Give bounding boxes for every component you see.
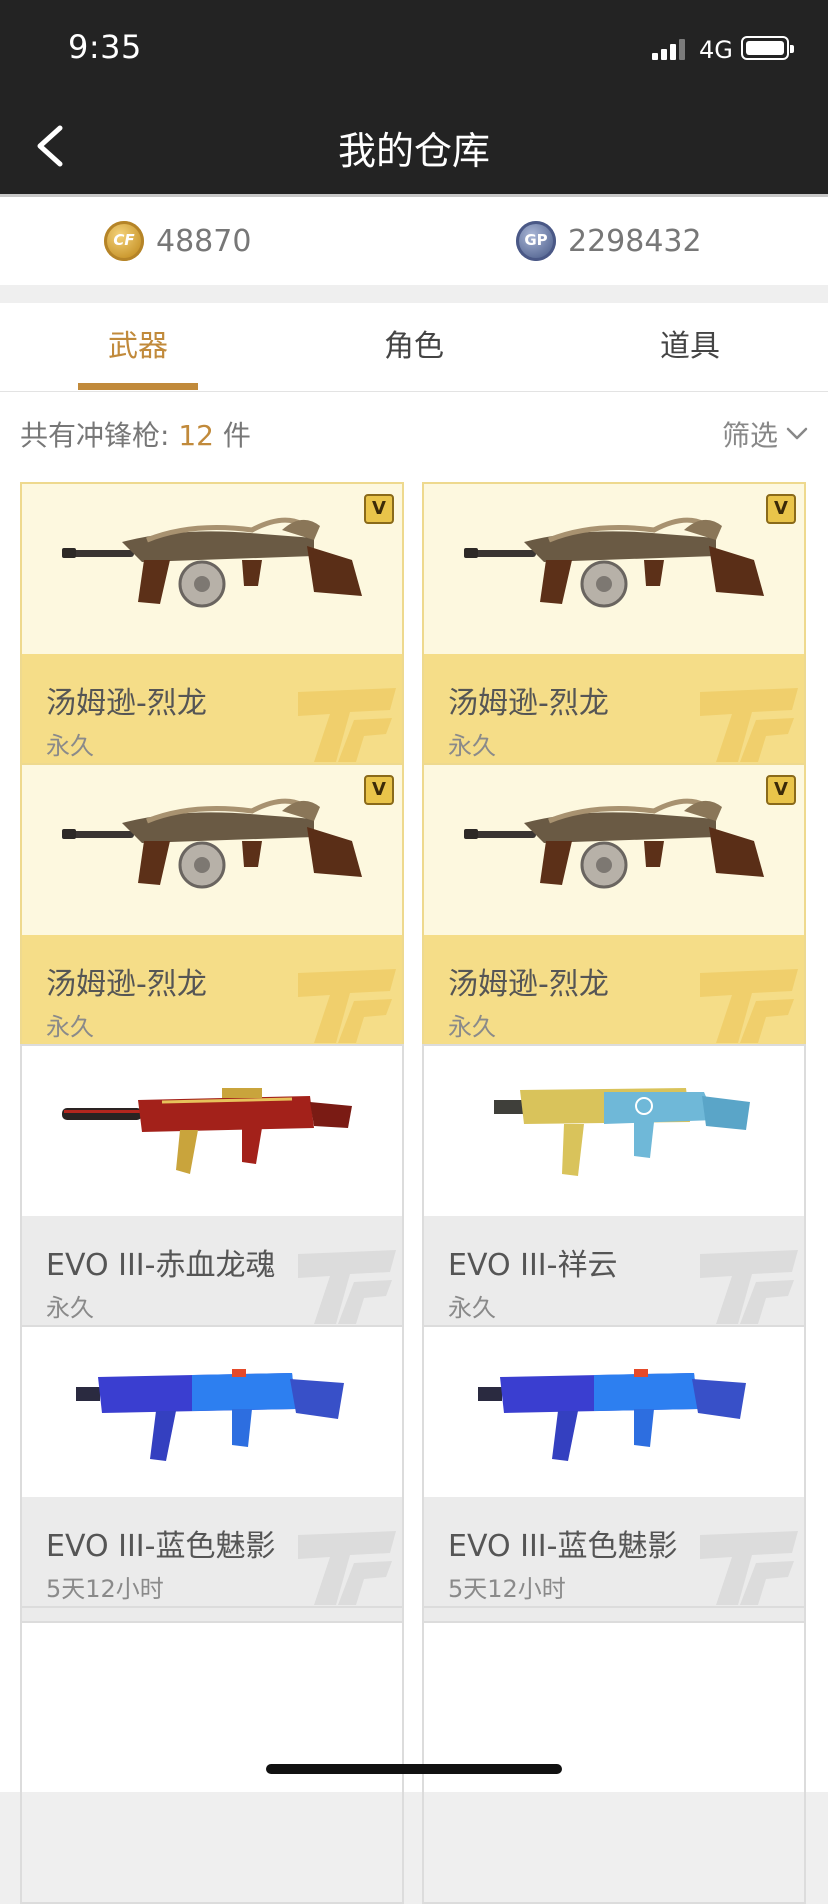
weapon-image-area xyxy=(22,765,402,935)
weapon-info: 汤姆逊-烈龙 永久 xyxy=(22,654,402,778)
weapon-duration: 永久 xyxy=(448,1013,496,1041)
thompson-dragon-icon xyxy=(62,517,362,608)
cf-watermark-icon xyxy=(298,969,396,1043)
cf-watermark-icon xyxy=(700,688,798,762)
filter-label: 筛选 xyxy=(721,419,778,452)
cf-watermark-icon xyxy=(700,1531,798,1605)
thompson-dragon-icon xyxy=(464,517,764,608)
thompson-dragon-icon xyxy=(62,798,362,889)
status-time: 9:35 xyxy=(68,28,142,66)
weapon-duration: 永久 xyxy=(46,1294,94,1322)
weapon-card-partial[interactable] xyxy=(422,1606,806,1904)
weapon-card[interactable]: 汤姆逊-烈龙 永久 xyxy=(20,482,404,780)
weapon-name: EVO III-蓝色魅影 xyxy=(46,1529,276,1564)
weapon-card[interactable]: 汤姆逊-烈龙 永久 xyxy=(422,763,806,1061)
gp-coin-icon xyxy=(516,221,556,261)
weapon-duration: 永久 xyxy=(46,1013,94,1041)
tab-items[interactable]: 道具 xyxy=(552,303,828,391)
status-bar: 9:35 4G xyxy=(0,0,828,100)
weapon-name: EVO III-祥云 xyxy=(448,1248,618,1283)
category-tabs: 武器 角色 道具 xyxy=(0,303,828,392)
item-count-number: 12 xyxy=(178,419,214,452)
weapon-name: 汤姆逊-烈龙 xyxy=(448,967,609,1002)
cf-points: 48870 xyxy=(104,217,251,265)
filter-button[interactable]: 筛选 xyxy=(722,414,808,454)
active-tab-indicator xyxy=(78,383,198,390)
evo-cloud-icon xyxy=(494,1088,750,1176)
thompson-dragon-icon xyxy=(464,798,764,889)
list-toolbar: 共有冲锋枪: 12 件 筛选 xyxy=(0,392,828,472)
weapon-duration: 5天12小时 xyxy=(46,1575,164,1603)
weapon-image-area xyxy=(424,765,804,935)
cf-coin-icon xyxy=(104,221,144,261)
weapon-image-area xyxy=(22,484,402,654)
weapon-name: EVO III-赤血龙魂 xyxy=(46,1248,276,1283)
tab-characters[interactable]: 角色 xyxy=(276,303,552,391)
weapon-name: 汤姆逊-烈龙 xyxy=(46,967,207,1002)
weapon-image-area xyxy=(424,1046,804,1216)
cf-watermark-icon xyxy=(700,969,798,1043)
tab-weapons[interactable]: 武器 xyxy=(0,303,276,391)
weapon-info: EVO III-赤血龙魂 永久 xyxy=(22,1216,402,1340)
evo-blue-icon xyxy=(76,1369,344,1461)
item-count-prefix: 共有冲锋枪: xyxy=(20,419,179,452)
cf-watermark-icon xyxy=(298,688,396,762)
weapon-duration: 5天12小时 xyxy=(448,1575,566,1603)
weapon-name: 汤姆逊-烈龙 xyxy=(46,686,207,721)
signal-icon xyxy=(652,38,688,60)
cf-points-value: 48870 xyxy=(156,223,252,259)
weapon-card[interactable]: 汤姆逊-烈龙 永久 xyxy=(422,482,806,780)
weapon-duration: 永久 xyxy=(46,732,94,760)
cf-watermark-icon xyxy=(298,1250,396,1324)
network-type: 4G xyxy=(699,36,733,64)
gp-value: 2298432 xyxy=(568,223,702,259)
weapon-card[interactable]: EVO III-蓝色魅影 5天12小时 xyxy=(20,1325,404,1623)
weapon-image-area xyxy=(22,1046,402,1216)
weapon-info: 汤姆逊-烈龙 永久 xyxy=(424,654,804,778)
cf-watermark-icon xyxy=(700,1250,798,1324)
weapon-card[interactable]: EVO III-蓝色魅影 5天12小时 xyxy=(422,1325,806,1623)
weapon-image-area xyxy=(22,1327,402,1497)
item-count-suffix: 件 xyxy=(213,419,251,452)
gp-points: 2298432 xyxy=(516,217,702,265)
chevron-down-icon xyxy=(786,427,808,440)
weapon-card[interactable]: EVO III-祥云 永久 xyxy=(422,1044,806,1342)
weapon-card[interactable]: EVO III-赤血龙魂 永久 xyxy=(20,1044,404,1342)
battery-icon xyxy=(741,36,794,60)
weapon-info: EVO III-祥云 永久 xyxy=(424,1216,804,1340)
weapon-duration: 永久 xyxy=(448,1294,496,1322)
evo-red-icon xyxy=(62,1088,352,1174)
home-indicator xyxy=(266,1764,562,1774)
vip-badge-icon xyxy=(364,775,394,805)
weapon-image-area xyxy=(424,484,804,654)
weapon-info: 汤姆逊-烈龙 永久 xyxy=(424,935,804,1059)
item-count: 共有冲锋枪: 12 件 xyxy=(20,414,251,454)
weapon-info: EVO III-蓝色魅影 5天12小时 xyxy=(424,1497,804,1621)
currency-bar: 48870 2298432 xyxy=(0,197,828,285)
weapon-info: EVO III-蓝色魅影 5天12小时 xyxy=(22,1497,402,1621)
weapon-name: 汤姆逊-烈龙 xyxy=(448,686,609,721)
nav-bar: 我的仓库 xyxy=(0,100,828,197)
weapon-grid: 汤姆逊-烈龙 永久 汤姆逊-烈龙 永久 xyxy=(0,472,828,1904)
vip-badge-icon xyxy=(766,775,796,805)
evo-blue-icon xyxy=(478,1369,746,1461)
weapon-image-area xyxy=(424,1327,804,1497)
weapon-card[interactable]: 汤姆逊-烈龙 永久 xyxy=(20,763,404,1061)
weapon-card-partial[interactable] xyxy=(20,1606,404,1904)
page-title: 我的仓库 xyxy=(337,129,490,173)
vip-badge-icon xyxy=(766,494,796,524)
weapon-info: 汤姆逊-烈龙 永久 xyxy=(22,935,402,1059)
cf-watermark-icon xyxy=(298,1531,396,1605)
vip-badge-icon xyxy=(364,494,394,524)
weapon-name: EVO III-蓝色魅影 xyxy=(448,1529,678,1564)
weapon-duration: 永久 xyxy=(448,732,496,760)
